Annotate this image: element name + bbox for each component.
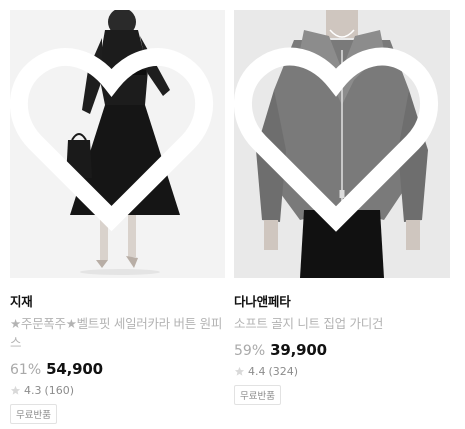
- product-image[interactable]: [234, 10, 450, 278]
- product-card[interactable]: 다나앤페타 소프트 골지 니트 집업 가디건 59% 39,900 4.4 (3…: [234, 10, 450, 405]
- free-return-badge: 무료반품: [10, 404, 57, 424]
- rating-score: 4.4: [248, 365, 266, 378]
- product-brand: 지재: [10, 294, 33, 309]
- discount-rate: 59%: [234, 343, 266, 359]
- product-name[interactable]: ★주문폭주★벨트핏 세일러카라 버튼 원피스: [10, 314, 225, 352]
- product-card[interactable]: 지재 ★주문폭주★벨트핏 세일러카라 버튼 원피스 61% 54,900 4.3…: [10, 10, 225, 424]
- favorite-heart-icon[interactable]: [10, 10, 219, 272]
- review-count: (160): [44, 384, 75, 397]
- product-image[interactable]: [10, 10, 225, 278]
- favorite-heart-icon[interactable]: [234, 10, 444, 272]
- star-icon: [10, 385, 21, 395]
- sale-price: 39,900: [270, 341, 327, 359]
- price-row: 59% 39,900: [234, 341, 450, 359]
- rating-score: 4.3: [24, 384, 42, 397]
- product-brand: 다나앤페타: [234, 294, 291, 309]
- discount-rate: 61%: [10, 362, 42, 378]
- rating-row: 4.4 (324): [234, 365, 450, 378]
- review-count: (324): [268, 365, 299, 378]
- price-row: 61% 54,900: [10, 360, 225, 378]
- star-icon: [234, 366, 245, 376]
- free-return-badge: 무료반품: [234, 385, 281, 405]
- sale-price: 54,900: [46, 360, 103, 378]
- product-name[interactable]: 소프트 골지 니트 집업 가디건: [234, 314, 450, 333]
- rating-row: 4.3 (160): [10, 384, 225, 397]
